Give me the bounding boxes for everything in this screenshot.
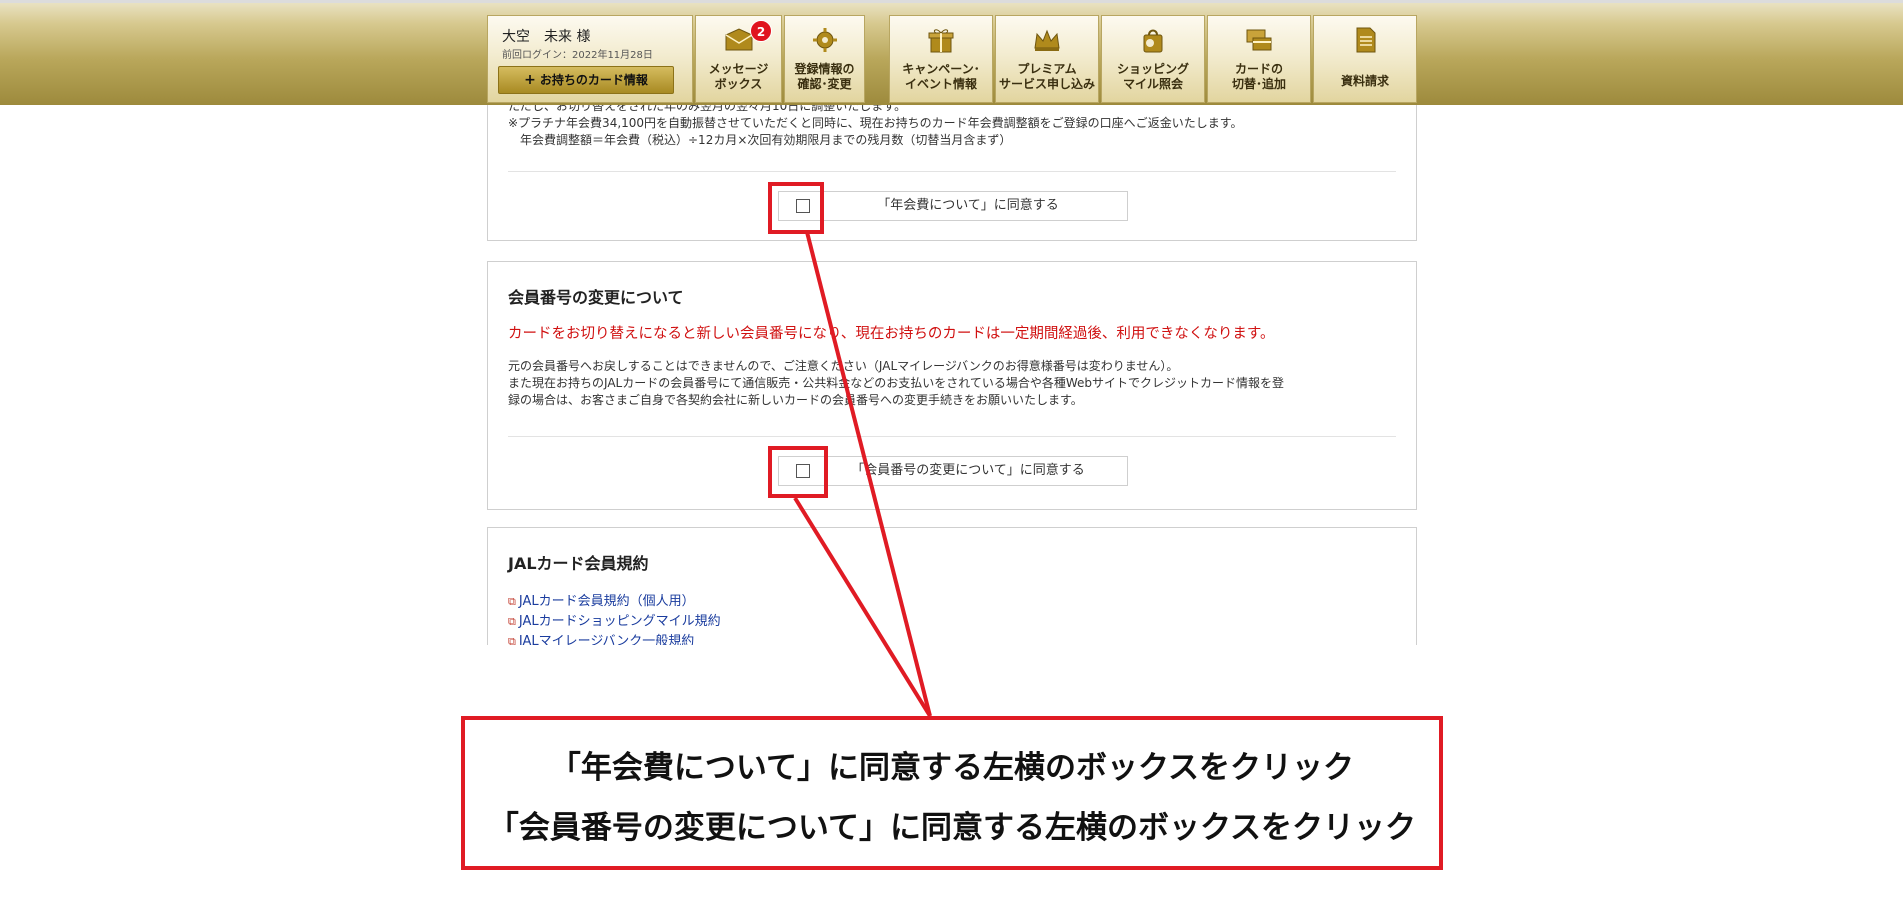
terms-title: JALカード会員規約 bbox=[508, 554, 649, 573]
crown-icon bbox=[1034, 29, 1060, 51]
divider bbox=[508, 171, 1396, 172]
gear-icon bbox=[812, 28, 837, 52]
divider bbox=[508, 436, 1396, 437]
instruction-line-2: 「会員番号の変更について」に同意する左横のボックスをクリック bbox=[487, 810, 1417, 846]
nav-label: ショッピング マイル照会 bbox=[1116, 62, 1189, 91]
instruction-callout: 「年会費について」に同意する左横のボックスをクリック 「会員番号の変更について」… bbox=[461, 716, 1443, 870]
gift-icon bbox=[928, 29, 954, 53]
nav-label: メッセージ ボックス bbox=[708, 62, 769, 91]
member-number-body-1: 元の会員番号へお戻しすることはできませんので、ご注意ください（JALマイレージバ… bbox=[508, 359, 1179, 373]
nav-premium-service[interactable]: プレミアム サービス申し込み bbox=[995, 15, 1099, 103]
nav-registration-info[interactable]: 登録情報の 確認･変更 bbox=[784, 15, 865, 103]
terms-link-personal[interactable]: ⧉ JALカード会員規約（個人用） bbox=[508, 590, 695, 609]
nav-campaign-event[interactable]: キャンペーン･ イベント情報 bbox=[889, 15, 993, 103]
nav-label: 登録情報の 確認･変更 bbox=[794, 62, 855, 91]
instruction-line-1: 「年会費について」に同意する左横のボックスをクリック bbox=[549, 750, 1355, 786]
user-name: 大空 未来 様 bbox=[502, 29, 591, 45]
nav-card-switch-add[interactable]: カードの 切替･追加 bbox=[1207, 15, 1311, 103]
member-number-agree-label: 「会員番号の変更について」に同意する bbox=[851, 463, 1085, 478]
link-label: JALカードショッピングマイル規約 bbox=[518, 614, 721, 629]
annual-fee-note-2: 年会費調整額＝年会費（税込）÷12カ月×次回有効期限月までの残月数（切替当月含ま… bbox=[520, 133, 1012, 147]
member-number-body-3: 録の場合は、お客さまご自身で各契約会社に新しいカードの会員番号への変更手続きをお… bbox=[508, 393, 1083, 407]
external-link-icon: ⧉ bbox=[508, 595, 516, 608]
nav-label: カードの 切替･追加 bbox=[1231, 62, 1286, 91]
document-icon bbox=[1356, 27, 1376, 53]
annual-fee-agree-label: 「年会費について」に同意する bbox=[877, 198, 1059, 213]
content-viewport: ただし、お切り替えをされた年のみ翌月の翌々月10日に調整いたします。 ※プラチナ… bbox=[0, 105, 1903, 645]
annual-fee-panel: ただし、お切り替えをされた年のみ翌月の翌々月10日に調整いたします。 ※プラチナ… bbox=[487, 105, 1417, 241]
plus-icon: + bbox=[524, 72, 536, 88]
highlight-annual-fee-checkbox bbox=[768, 182, 824, 234]
member-number-panel: 会員番号の変更について カードをお切り替えになると新しい会員番号になり、現在お持… bbox=[487, 261, 1417, 510]
member-number-agree-box[interactable]: 「会員番号の変更について」に同意する bbox=[778, 456, 1128, 486]
annual-fee-agree-box[interactable]: 「年会費について」に同意する bbox=[778, 191, 1128, 221]
highlight-member-number-checkbox bbox=[768, 446, 828, 498]
card-switch-icon bbox=[1246, 29, 1272, 51]
card-info-button-label: お持ちのカード情報 bbox=[539, 73, 648, 87]
card-info-button[interactable]: + お持ちのカード情報 bbox=[498, 66, 674, 94]
link-label: JALマイレージバンク一般規約 bbox=[518, 634, 695, 645]
shopping-bag-icon bbox=[1143, 29, 1163, 53]
external-link-icon: ⧉ bbox=[508, 635, 516, 645]
member-number-title: 会員番号の変更について bbox=[508, 288, 684, 307]
global-header: 大空 未来 様 前回ログイン：2022年11月28日 + お持ちのカード情報 2 … bbox=[0, 0, 1903, 105]
terms-panel: JALカード会員規約 ⧉ JALカード会員規約（個人用） ⧉ JALカードショッピン… bbox=[487, 527, 1417, 645]
terms-link-shopping-mile[interactable]: ⧉ JALカードショッピングマイル規約 bbox=[508, 610, 721, 629]
last-login-date: 前回ログイン：2022年11月28日 bbox=[502, 50, 653, 61]
envelope-icon bbox=[725, 28, 752, 51]
nav-label: 資料請求 bbox=[1340, 74, 1389, 88]
annual-fee-note-1: ※プラチナ年会費34,100円を自動振替させていただくと同時に、現在お持ちのカー… bbox=[508, 116, 1243, 130]
member-number-warning: カードをお切り替えになると新しい会員番号になり、現在お持ちのカードは一定期間経過… bbox=[508, 326, 1275, 342]
external-link-icon: ⧉ bbox=[508, 615, 516, 628]
link-label: JALカード会員規約（個人用） bbox=[518, 594, 695, 609]
member-number-body-2: また現在お持ちのJALカードの会員番号にて通信販売・公共料金などのお支払いをされ… bbox=[508, 376, 1285, 390]
terms-link-mileage-bank[interactable]: ⧉ JALマイレージバンク一般規約 bbox=[508, 630, 694, 645]
nav-label: キャンペーン･ イベント情報 bbox=[902, 62, 980, 91]
nav-message-box[interactable]: 2 メッセージ ボックス bbox=[695, 15, 782, 103]
message-count-badge: 2 bbox=[750, 20, 772, 42]
user-info-box: 大空 未来 様 前回ログイン：2022年11月28日 + お持ちのカード情報 bbox=[487, 15, 693, 103]
nav-label: プレミアム サービス申し込み bbox=[998, 62, 1095, 91]
nav-shopping-mile[interactable]: ショッピング マイル照会 bbox=[1101, 15, 1205, 103]
nav-document-request[interactable]: 資料請求 bbox=[1313, 15, 1417, 103]
partial-text-line: ただし、お切り替えをされた年のみ翌月の翌々月10日に調整いたします。 bbox=[508, 105, 907, 113]
